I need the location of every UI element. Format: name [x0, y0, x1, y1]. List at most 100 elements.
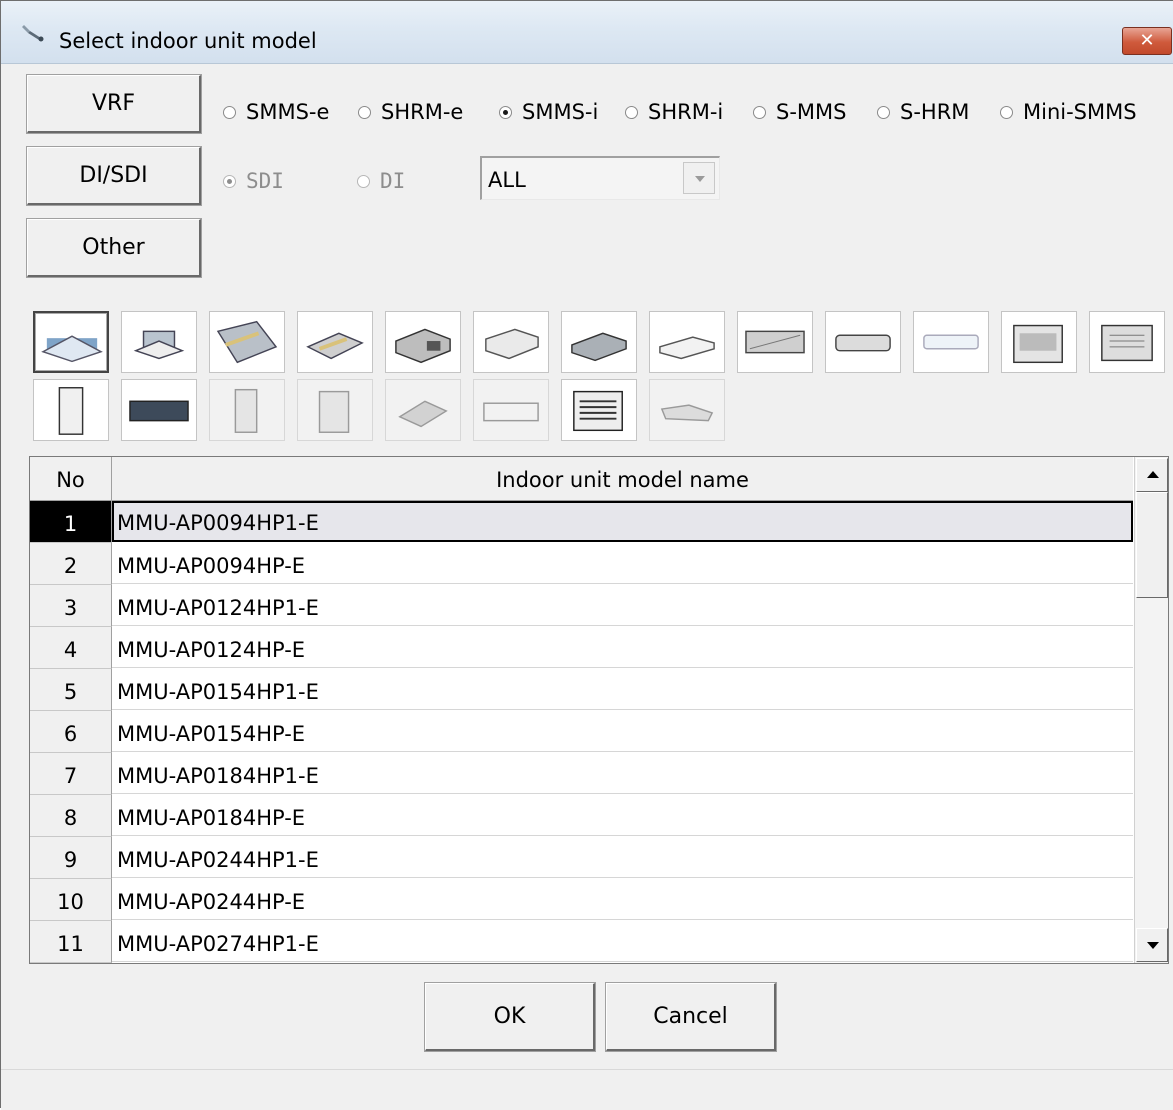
- concealed-duct-standard-icon[interactable]: [385, 311, 461, 373]
- title-bar: Select indoor unit model ✕: [1, 1, 1173, 64]
- model-name-cell[interactable]: MMU-AP0184HP1-E: [112, 753, 1133, 794]
- floor-standing-concealed-icon[interactable]: [1089, 311, 1165, 373]
- 4-way-cassette-icon[interactable]: [33, 311, 109, 373]
- slim-duct-icon[interactable]: [473, 311, 549, 373]
- column-header-model-name[interactable]: Indoor unit model name: [112, 457, 1133, 500]
- radio-dot-icon: [753, 105, 766, 119]
- model-name-cell[interactable]: MMU-AP0244HP-E: [112, 879, 1133, 920]
- model-name-cell[interactable]: MMU-AP0184HP-E: [112, 795, 1133, 836]
- table-row[interactable]: 6 MMU-AP0154HP-E: [30, 711, 1133, 753]
- row-number-cell[interactable]: 6: [30, 711, 112, 753]
- close-button[interactable]: ✕: [1122, 27, 1172, 55]
- radio-label: Mini-SMMS: [1023, 100, 1137, 124]
- scroll-thumb[interactable]: [1136, 492, 1168, 598]
- floor-console-icon[interactable]: [561, 379, 637, 441]
- radio-dot-icon: [499, 105, 512, 119]
- row-number-cell[interactable]: 10: [30, 879, 112, 921]
- di-sdi-button[interactable]: DI/SDI: [26, 146, 202, 206]
- filter-value: ALL: [488, 168, 526, 192]
- column-header-no[interactable]: No: [30, 457, 112, 500]
- floor-standing-tall-icon[interactable]: [33, 379, 109, 441]
- table-row[interactable]: 7 MMU-AP0184HP1-E: [30, 753, 1133, 795]
- radio-label: S-HRM: [900, 100, 970, 124]
- table-row[interactable]: 8 MMU-AP0184HP-E: [30, 795, 1133, 837]
- row-number-cell[interactable]: 8: [30, 795, 112, 837]
- concealed-duct-high-static-icon[interactable]: [561, 311, 637, 373]
- tool-icon: [22, 25, 44, 42]
- 1-way-cassette-icon[interactable]: [297, 311, 373, 373]
- close-icon: ✕: [1139, 30, 1155, 51]
- radio-dot-icon: [223, 174, 236, 188]
- row-number-cell[interactable]: 5: [30, 669, 112, 711]
- cancel-button[interactable]: Cancel: [605, 982, 777, 1052]
- high-wall-icon[interactable]: [737, 311, 813, 373]
- duct-heat-exchanger-icon: [473, 379, 549, 441]
- model-name-cell[interactable]: MMU-AP0094HP-E: [112, 543, 1133, 584]
- radio-label: SHRM-i: [648, 100, 724, 124]
- table-row[interactable]: 4 MMU-AP0124HP-E: [30, 627, 1133, 669]
- sdi-radio-label: SDI: [246, 169, 284, 193]
- ok-button[interactable]: OK: [424, 982, 596, 1052]
- table-row[interactable]: 9 MMU-AP0244HP1-E: [30, 837, 1133, 879]
- status-bar: [1, 1069, 1173, 1110]
- select-indoor-unit-dialog: Select indoor unit model ✕ VRF DI/SDI Ot…: [0, 0, 1173, 1110]
- radio-smms-i[interactable]: SMMS-i: [499, 97, 598, 127]
- floor-standing-box-icon: [209, 379, 285, 441]
- compact-4-way-cassette-icon[interactable]: [121, 311, 197, 373]
- table-row[interactable]: 10 MMU-AP0244HP-E: [30, 879, 1133, 921]
- fresh-air-intake-icon[interactable]: [121, 379, 197, 441]
- row-number-cell[interactable]: 7: [30, 753, 112, 795]
- model-name-cell[interactable]: MMU-AP0124HP-E: [112, 627, 1133, 668]
- other-button[interactable]: Other: [26, 218, 202, 278]
- radio-label: SHRM-e: [381, 100, 464, 124]
- radio-shrm-e[interactable]: SHRM-e: [358, 97, 463, 127]
- floor-standing-cabinet-icon[interactable]: [1001, 311, 1077, 373]
- air-to-air-heat-exchanger-icon: [385, 379, 461, 441]
- vrf-button[interactable]: VRF: [26, 74, 202, 134]
- row-number-cell[interactable]: 4: [30, 627, 112, 669]
- row-number-cell[interactable]: 9: [30, 837, 112, 879]
- console-icon: [297, 379, 373, 441]
- under-ceiling-icon[interactable]: [649, 311, 725, 373]
- model-table: No Indoor unit model name 1 MMU-AP0094HP1…: [29, 456, 1169, 964]
- radio-dot-icon: [223, 105, 236, 119]
- high-wall-slim-icon[interactable]: [825, 311, 901, 373]
- scroll-up-icon[interactable]: [1136, 458, 1168, 492]
- radio-dot-icon: [358, 105, 371, 119]
- sdi-radio: SDI: [223, 166, 284, 196]
- radio-shrm-i[interactable]: SHRM-i: [625, 97, 723, 127]
- di-radio: DI: [357, 166, 405, 196]
- table-row[interactable]: 2 MMU-AP0094HP-E: [30, 543, 1133, 585]
- radio-dot-icon: [877, 105, 890, 119]
- scroll-down-icon[interactable]: [1136, 928, 1168, 962]
- row-number-cell[interactable]: 2: [30, 543, 112, 585]
- row-number-cell[interactable]: 3: [30, 585, 112, 627]
- model-name-cell[interactable]: MMU-AP0154HP1-E: [112, 669, 1133, 710]
- radio-dot-icon: [1000, 105, 1013, 119]
- model-name-cell[interactable]: MMU-AP0124HP1-E: [112, 585, 1133, 626]
- row-number-cell[interactable]: 1: [30, 501, 112, 543]
- table-row[interactable]: 11 MMU-AP0274HP1-E: [30, 921, 1133, 963]
- model-name-cell[interactable]: MMU-AP0244HP1-E: [112, 837, 1133, 878]
- row-number-cell[interactable]: 11: [30, 921, 112, 963]
- radio-dot-icon: [357, 174, 370, 188]
- vertical-scrollbar[interactable]: [1134, 457, 1168, 963]
- radio-s-hrm[interactable]: S-HRM: [877, 97, 969, 127]
- ceiling-grille-icon: [649, 379, 725, 441]
- radio-mini-smms[interactable]: Mini-SMMS: [1000, 97, 1137, 127]
- table-row[interactable]: 1 MMU-AP0094HP1-E: [30, 501, 1133, 543]
- radio-label: SMMS-e: [246, 100, 330, 124]
- model-name-cell[interactable]: MMU-AP0094HP1-E: [112, 501, 1133, 542]
- table-row[interactable]: 3 MMU-AP0124HP1-E: [30, 585, 1133, 627]
- model-name-cell[interactable]: MMU-AP0274HP1-E: [112, 921, 1133, 962]
- radio-label: S-MMS: [776, 100, 847, 124]
- radio-s-mms[interactable]: S-MMS: [753, 97, 846, 127]
- table-row[interactable]: 5 MMU-AP0154HP1-E: [30, 669, 1133, 711]
- radio-dot-icon: [625, 105, 638, 119]
- 2-way-cassette-icon[interactable]: [209, 311, 285, 373]
- window-title: Select indoor unit model: [59, 29, 317, 53]
- di-radio-label: DI: [380, 169, 406, 193]
- high-wall-white-icon[interactable]: [913, 311, 989, 373]
- radio-smms-e[interactable]: SMMS-e: [223, 97, 329, 127]
- model-name-cell[interactable]: MMU-AP0154HP-E: [112, 711, 1133, 752]
